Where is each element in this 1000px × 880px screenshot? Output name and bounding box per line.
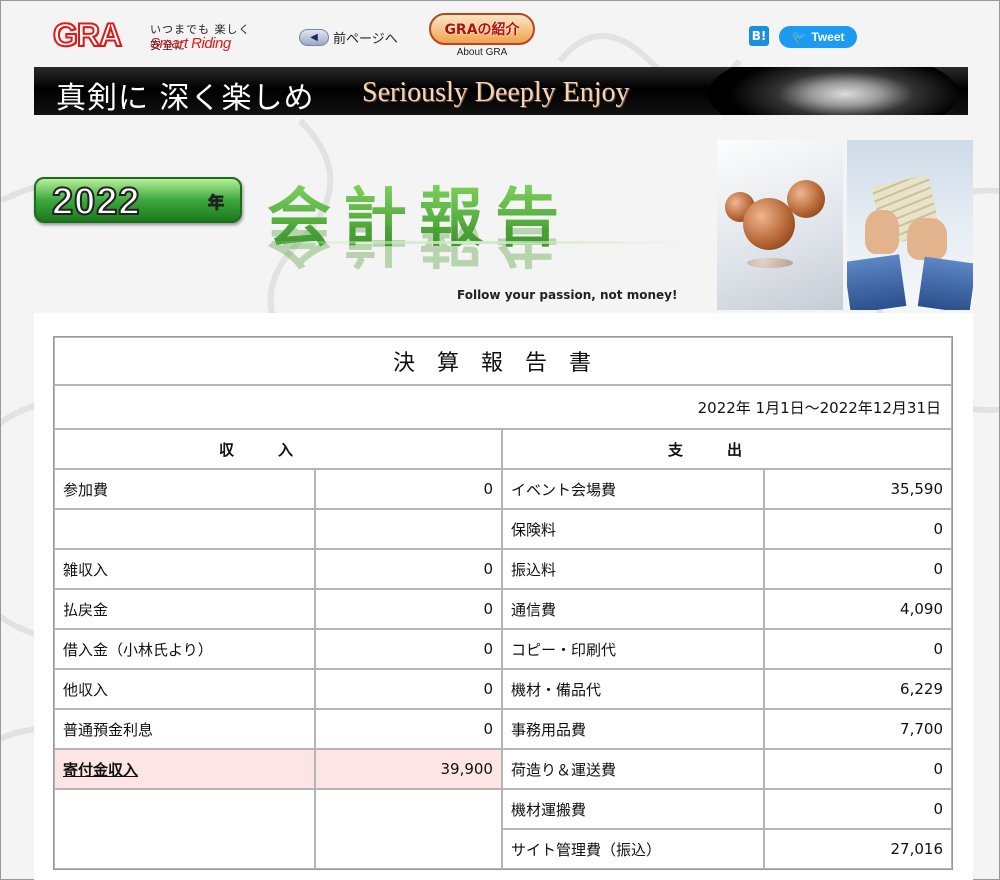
income-header: 収入 xyxy=(54,429,502,469)
report-panel: 決算報告書 2022年 1月1日～2022年12月31日 収入 支出 参加費 0… xyxy=(34,313,973,880)
income-value xyxy=(314,789,502,869)
report-period: 2022年 1月1日～2022年12月31日 xyxy=(54,385,952,429)
expense-label: 機材・備品代 xyxy=(501,669,764,709)
table-row: 保険料 0 xyxy=(54,509,952,549)
previous-page-label: 前ページへ xyxy=(333,31,398,47)
table-row: 寄付金収入 39,900 荷造り＆運送費 0 xyxy=(54,749,952,789)
year-badge: 2022 年 xyxy=(34,177,242,224)
hatena-bookmark-button[interactable]: B! xyxy=(749,26,769,46)
income-value: 0 xyxy=(314,549,502,589)
title-tagline: Follow your passion, not money! xyxy=(457,288,678,302)
previous-page-link[interactable]: ◀ 前ページへ xyxy=(299,27,398,47)
slogan-banner: 真剣に 深く楽しめ Seriously Deeply Enjoy xyxy=(34,67,968,115)
top-navigation: GRA いつまでも 楽しく 安全に Smart Riding ◀ 前ページへ G… xyxy=(1,1,1000,65)
tweet-button[interactable]: 🐦 Tweet xyxy=(779,26,857,48)
table-row: 機材運搬費 0 xyxy=(54,789,952,869)
donation-income-link[interactable]: 寄付金収入 xyxy=(63,761,138,779)
tire-image xyxy=(708,67,958,115)
logo-text: GRA xyxy=(52,16,123,54)
expense-label: サイト管理費（振込） xyxy=(501,829,764,869)
donation-income-label[interactable]: 寄付金収入 xyxy=(54,749,315,789)
twitter-bird-icon: 🐦 xyxy=(791,30,807,44)
report-title: 決算報告書 xyxy=(54,337,952,385)
expense-label: 通信費 xyxy=(501,589,764,629)
income-label: 他収入 xyxy=(54,669,315,709)
about-gra-label: GRAの紹介 xyxy=(429,13,535,45)
expense-value: 35,590 xyxy=(763,469,952,509)
coins-photo xyxy=(717,140,843,310)
expense-value: 0 xyxy=(763,549,952,589)
title-divider xyxy=(251,241,691,244)
year-suffix: 年 xyxy=(207,193,225,213)
table-row: 払戻金 0 通信費 4,090 xyxy=(54,589,952,629)
about-gra-sublabel: About GRA xyxy=(456,47,508,58)
slogan-english: Seriously Deeply Enjoy xyxy=(362,77,630,108)
income-value xyxy=(314,509,502,549)
table-row: 参加費 0 イベント会場費 35,590 xyxy=(54,469,952,509)
expense-label: 事務用品費 xyxy=(501,709,764,749)
about-gra-button[interactable]: GRAの紹介 About GRA xyxy=(429,13,535,58)
expense-label: 保険料 xyxy=(501,509,764,549)
expense-label: 機材運搬費 xyxy=(501,789,764,829)
gra-logo[interactable]: GRA いつまでも 楽しく 安全に Smart Riding xyxy=(52,13,263,55)
report-title-row: 決算報告書 xyxy=(54,337,952,385)
income-label xyxy=(54,509,315,549)
income-label: 借入金（小林氏より） xyxy=(54,629,315,669)
back-arrow-icon: ◀ xyxy=(299,28,329,46)
expense-label: コピー・印刷代 xyxy=(501,629,764,669)
expense-label: イベント会場費 xyxy=(501,469,764,509)
money-photo xyxy=(847,140,973,310)
income-value: 0 xyxy=(314,709,502,749)
column-header-row: 収入 支出 xyxy=(54,429,952,469)
slogan-japanese: 真剣に 深く楽しめ xyxy=(56,81,315,115)
income-value: 0 xyxy=(314,669,502,709)
income-label: 雑収入 xyxy=(54,549,315,589)
income-label xyxy=(54,789,315,869)
expense-value: 0 xyxy=(763,509,952,549)
expense-label: 荷造り＆運送費 xyxy=(501,749,764,789)
table-row: 雑収入 0 振込料 0 xyxy=(54,549,952,589)
expense-value: 27,016 xyxy=(763,829,952,869)
tweet-label: Tweet xyxy=(811,30,845,44)
expense-label: 振込料 xyxy=(501,549,764,589)
expense-value: 6,229 xyxy=(763,669,952,709)
page-title-reflection: 会計報告 xyxy=(267,227,571,272)
income-value: 39,900 xyxy=(314,749,502,789)
expense-value: 0 xyxy=(763,789,952,829)
income-value: 0 xyxy=(314,589,502,629)
expense-value: 0 xyxy=(763,629,952,669)
income-label: 払戻金 xyxy=(54,589,315,629)
year-number: 2022 xyxy=(51,180,141,224)
income-label: 参加費 xyxy=(54,469,315,509)
table-row: 他収入 0 機材・備品代 6,229 xyxy=(54,669,952,709)
logo-subtitle: Smart Riding xyxy=(150,35,231,52)
expense-value: 0 xyxy=(763,749,952,789)
settlement-report-table: 決算報告書 2022年 1月1日～2022年12月31日 収入 支出 参加費 0… xyxy=(53,336,953,870)
income-label: 普通預金利息 xyxy=(54,709,315,749)
report-period-row: 2022年 1月1日～2022年12月31日 xyxy=(54,385,952,429)
expense-value: 7,700 xyxy=(763,709,952,749)
table-row: 普通預金利息 0 事務用品費 7,700 xyxy=(54,709,952,749)
table-row: 借入金（小林氏より） 0 コピー・印刷代 0 xyxy=(54,629,952,669)
income-value: 0 xyxy=(314,629,502,669)
income-value: 0 xyxy=(314,469,502,509)
expense-value: 4,090 xyxy=(763,589,952,629)
expense-header: 支出 xyxy=(501,429,952,469)
